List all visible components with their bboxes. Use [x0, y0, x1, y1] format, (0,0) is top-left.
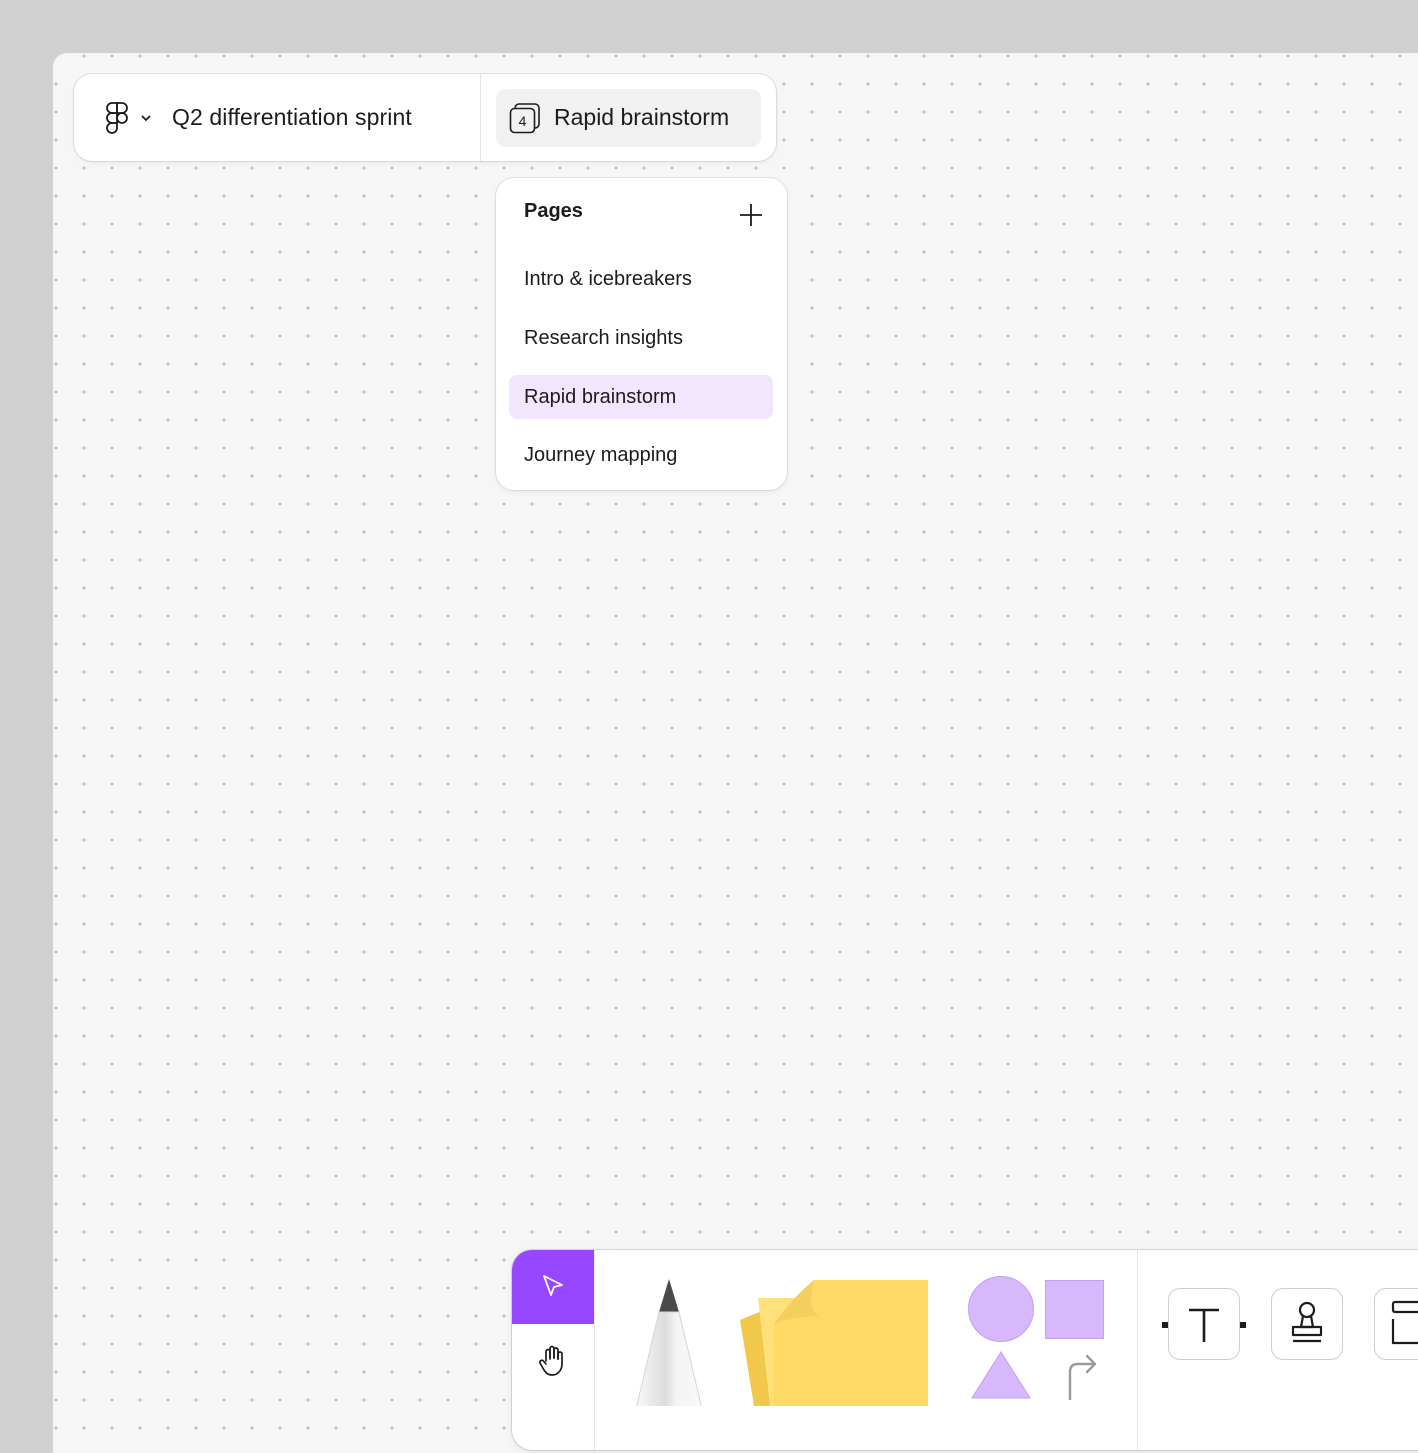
pages-icon: 4 — [509, 102, 540, 133]
sticky-note-icon — [740, 1280, 928, 1406]
bottom-toolbar — [512, 1250, 1418, 1450]
file-title[interactable]: Q2 differentiation sprint — [172, 104, 412, 131]
current-page-label: Rapid brainstorm — [554, 104, 730, 130]
cursor-icon — [543, 1275, 563, 1296]
chevron-down-icon[interactable] — [140, 112, 152, 124]
stamp-icon — [1291, 1301, 1323, 1343]
toolbar-divider — [1137, 1250, 1138, 1450]
file-menu[interactable]: Q2 differentiation sprint — [74, 74, 481, 161]
section-icon — [1391, 1300, 1418, 1345]
connector-tool[interactable] — [1062, 1350, 1102, 1402]
page-item-journey[interactable]: Journey mapping — [509, 433, 773, 477]
stamp-tool[interactable] — [1271, 1288, 1343, 1360]
select-tool[interactable] — [512, 1250, 594, 1324]
triangle-icon — [971, 1351, 1031, 1399]
svg-text:4: 4 — [519, 113, 527, 129]
square-shape-tool[interactable] — [1045, 1280, 1104, 1339]
hand-icon — [539, 1345, 563, 1376]
pen-tool[interactable] — [624, 1276, 714, 1427]
pages-panel-title: Pages — [524, 200, 583, 222]
page-item-research[interactable]: Research insights — [509, 316, 773, 360]
text-tool[interactable] — [1162, 1288, 1246, 1360]
mode-switcher — [512, 1250, 595, 1450]
hand-tool[interactable] — [512, 1324, 594, 1398]
page-item-brainstorm[interactable]: Rapid brainstorm — [509, 375, 773, 419]
text-icon — [1162, 1308, 1246, 1342]
top-bar: Q2 differentiation sprint 4 Rapid brains… — [74, 74, 776, 161]
pen-icon — [631, 1279, 707, 1427]
page-item-intro[interactable]: Intro & icebreakers — [509, 257, 773, 301]
triangle-shape-tool[interactable] — [970, 1350, 1032, 1400]
figma-logo-icon[interactable] — [104, 101, 130, 135]
add-page-button[interactable] — [738, 202, 764, 228]
connector-arrow-icon — [1068, 1354, 1097, 1402]
circle-shape-tool[interactable] — [968, 1276, 1034, 1342]
current-page-button[interactable]: 4 Rapid brainstorm — [496, 88, 761, 147]
sticky-note-tool[interactable] — [734, 1276, 934, 1406]
plus-icon — [740, 204, 762, 226]
section-tool[interactable] — [1374, 1288, 1418, 1360]
pages-panel: Pages Intro & icebreakers Research insig… — [496, 178, 787, 490]
